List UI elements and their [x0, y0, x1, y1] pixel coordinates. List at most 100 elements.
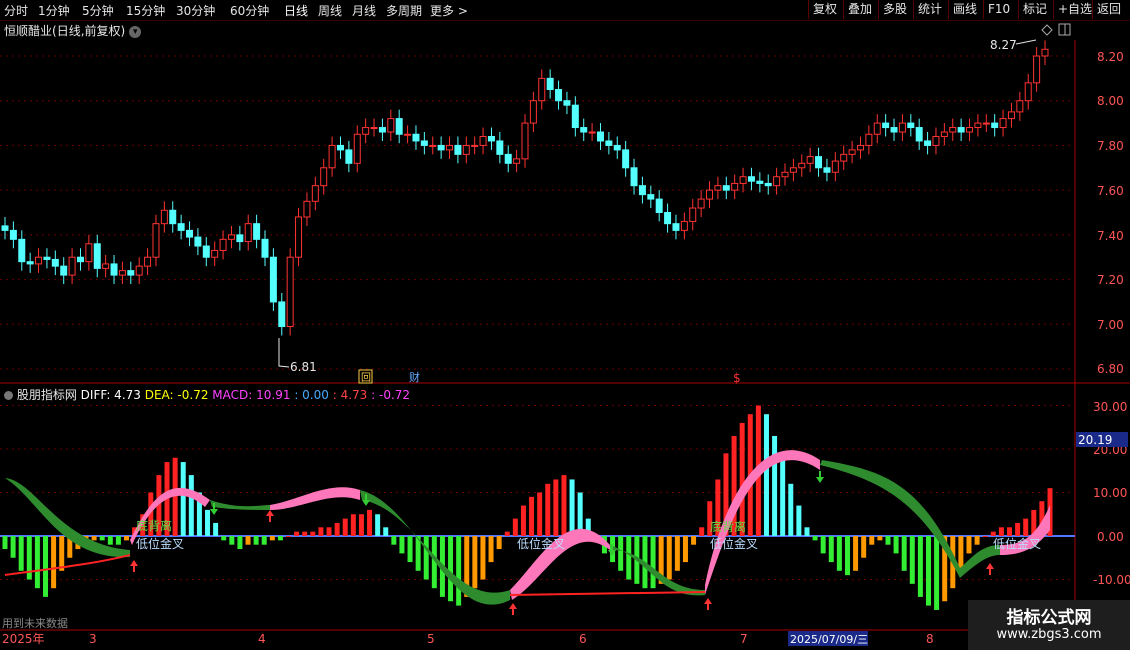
back-button[interactable]: 返回 — [1092, 0, 1125, 19]
mark-button[interactable]: 标记 — [1018, 0, 1051, 19]
macd-bar — [618, 536, 624, 571]
macd-bar — [569, 479, 575, 536]
period-tab-timeshare[interactable]: 分时 — [4, 2, 28, 19]
candle-body — [630, 167, 638, 187]
multi-stock-button[interactable]: 多股 — [878, 0, 911, 19]
period-tab-1min[interactable]: 1分钟 — [38, 2, 70, 19]
candle-body — [487, 135, 495, 142]
period-tab-60min[interactable]: 60分钟 — [230, 2, 269, 19]
candle-body — [974, 122, 982, 129]
macd-bar — [520, 505, 526, 536]
indicator-settings-icon[interactable] — [4, 391, 13, 400]
indicator-title: 股朋指标网 DIFF: 4.73 DEA: -0.72 MACD: 10.91 … — [4, 386, 410, 403]
macd-bar — [358, 514, 364, 536]
candle-body — [831, 160, 839, 173]
candle-body — [219, 238, 227, 252]
candle-body — [680, 220, 688, 231]
indicator-tick: 10.00 — [1093, 486, 1127, 500]
watermark-title: 指标公式网 — [1006, 608, 1092, 628]
add-watchlist-button[interactable]: +自选 — [1053, 0, 1096, 19]
macd-bar — [1047, 488, 1053, 536]
candle-body — [18, 238, 26, 263]
period-tab-5min[interactable]: 5分钟 — [82, 2, 114, 19]
chevron-down-icon[interactable]: ▾ — [129, 25, 142, 38]
candle-body — [815, 156, 823, 169]
macd-histogram — [2, 405, 1053, 610]
macd-bar — [861, 536, 867, 558]
candle-body — [261, 238, 269, 258]
review-marker: 回 — [361, 372, 371, 384]
candle-body — [924, 140, 932, 146]
period-toolbar: 分时 1分钟 5分钟 15分钟 30分钟 60分钟 日线 周线 月线 多周期 更… — [0, 0, 1130, 21]
macd-bar — [156, 475, 162, 536]
macd-bar — [310, 531, 316, 536]
f10-button[interactable]: F10 — [983, 0, 1014, 19]
high-price-label: 8.27 — [990, 38, 1017, 52]
statistics-button[interactable]: 统计 — [913, 0, 946, 19]
dea-value: DEA: -0.72 — [144, 388, 209, 402]
panel-toggle-icon[interactable] — [1058, 23, 1071, 36]
candle-body — [966, 127, 974, 133]
current-value-box — [1076, 432, 1128, 447]
macd-bar — [877, 536, 883, 541]
macd-bar — [925, 536, 931, 606]
period-tab-monthly[interactable]: 月线 — [352, 2, 376, 19]
macd-bar — [658, 536, 664, 584]
macd-bar — [472, 536, 478, 589]
extra-value-1: : 0.00 — [294, 388, 329, 402]
macd-bar — [763, 414, 769, 536]
price-tick: 7.20 — [1097, 273, 1124, 287]
trend-line — [509, 591, 706, 596]
candle-body — [118, 270, 126, 276]
period-tab-15min[interactable]: 15分钟 — [126, 2, 165, 19]
candle-body — [51, 258, 59, 267]
candle-body — [26, 261, 34, 265]
candle-body — [991, 122, 999, 129]
diamond-icon[interactable] — [1041, 24, 1053, 36]
macd-bar — [626, 536, 632, 580]
macd-bar — [26, 536, 32, 580]
green-band — [820, 460, 1000, 578]
draw-line-button[interactable]: 画线 — [948, 0, 981, 19]
macd-bar — [804, 527, 810, 536]
indicator-tick: 30.00 — [1093, 400, 1127, 414]
macd-bar — [747, 414, 753, 536]
candle-body — [353, 133, 361, 164]
macd-bar — [577, 492, 583, 536]
candle-body — [538, 77, 546, 102]
candle-body — [60, 265, 68, 276]
macd-bar — [901, 536, 907, 571]
macd-bar — [367, 509, 373, 536]
up-arrow-icon — [986, 563, 994, 575]
green-band — [610, 545, 705, 596]
review-marker-icon — [358, 369, 373, 384]
indicator-name[interactable]: 股朋指标网 — [17, 388, 77, 402]
period-tab-daily[interactable]: 日线 — [284, 2, 308, 19]
macd-bar — [561, 475, 567, 536]
candle-body — [278, 301, 286, 328]
macd-bar — [642, 536, 648, 589]
restore-rights-button[interactable]: 复权 — [808, 0, 841, 19]
period-tab-multi[interactable]: 多周期 — [386, 2, 422, 19]
period-tab-30min[interactable]: 30分钟 — [176, 2, 215, 19]
watermark-url: www.zbgs3.com — [996, 627, 1102, 642]
macd-bar — [399, 536, 405, 554]
candle-body — [588, 131, 596, 134]
candle-body — [907, 122, 915, 129]
down-arrow-icon — [608, 544, 616, 556]
macd-bar — [812, 536, 818, 541]
pink-band — [705, 450, 820, 595]
candle-body — [345, 149, 353, 164]
candle-body — [898, 122, 906, 133]
down-arrow-icon — [210, 503, 218, 515]
signal-label: 底背离 — [710, 519, 746, 534]
candle-body — [546, 77, 554, 91]
overlay-button[interactable]: 叠加 — [843, 0, 876, 19]
macd-bar — [707, 501, 713, 536]
down-arrow-icon — [362, 494, 370, 506]
signal-markers — [130, 471, 994, 615]
date-label: 2025年 — [2, 632, 45, 646]
period-tab-weekly[interactable]: 周线 — [318, 2, 342, 19]
period-tab-more[interactable]: 更多 > — [430, 2, 468, 19]
candle-body — [689, 207, 697, 222]
